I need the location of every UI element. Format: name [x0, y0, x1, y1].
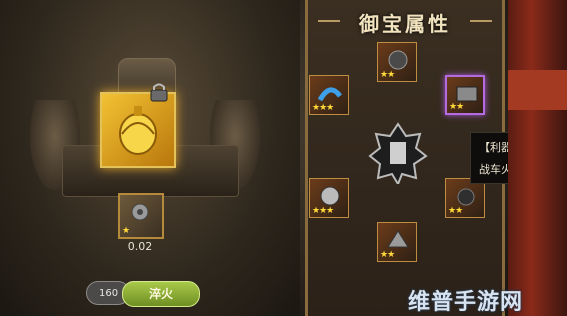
- star-rating: ★★: [448, 206, 463, 216]
- smelt-button[interactable]: 淬火: [122, 281, 200, 307]
- emblem-icon: [368, 122, 428, 184]
- attribute-slot-upper-left[interactable]: ★★★: [309, 75, 349, 115]
- title-divider-right: [470, 20, 492, 22]
- watermark: 维普手游网: [408, 290, 524, 315]
- attribute-slot-upper-right[interactable]: ★★: [445, 75, 485, 115]
- lock-icon: [150, 83, 168, 102]
- temple-roof: [508, 70, 567, 110]
- star-rating: ★★: [449, 102, 464, 112]
- star-rating: ★★: [380, 70, 395, 80]
- small-item-slot[interactable]: ★: [118, 193, 164, 239]
- gear-icon: [387, 230, 409, 248]
- star-rating: ★: [122, 226, 130, 236]
- bell-icon: [119, 106, 157, 155]
- gear-icon: [388, 50, 408, 70]
- smelt-controls: 160 淬火: [86, 281, 206, 307]
- attribute-slot-bottom[interactable]: ★★: [377, 222, 417, 262]
- star-rating: ★★: [380, 250, 395, 260]
- gear-icon: [317, 87, 343, 102]
- main-treasure-slot[interactable]: [100, 92, 176, 168]
- item-value-label: 0.02: [127, 240, 153, 253]
- shrine-area: ★ 0.02 160 淬火: [0, 0, 300, 316]
- attribute-slot-lower-right[interactable]: ★★: [445, 178, 485, 218]
- panel-title: 御宝属性: [359, 12, 451, 36]
- background-scenery: [508, 0, 567, 316]
- gear-icon: [131, 203, 149, 221]
- game-screen: ★ 0.02 160 淬火 御宝属性 ★★ ★★★ ★★ ★★★ ★★ ★★ 【…: [0, 0, 567, 316]
- star-rating: ★★★: [312, 103, 334, 113]
- attribute-slot-top[interactable]: ★★: [377, 42, 417, 82]
- star-rating: ★★★: [312, 206, 334, 216]
- attribute-slot-lower-left[interactable]: ★★★: [309, 178, 349, 218]
- gear-icon: [457, 188, 475, 206]
- gear-icon: [320, 186, 340, 206]
